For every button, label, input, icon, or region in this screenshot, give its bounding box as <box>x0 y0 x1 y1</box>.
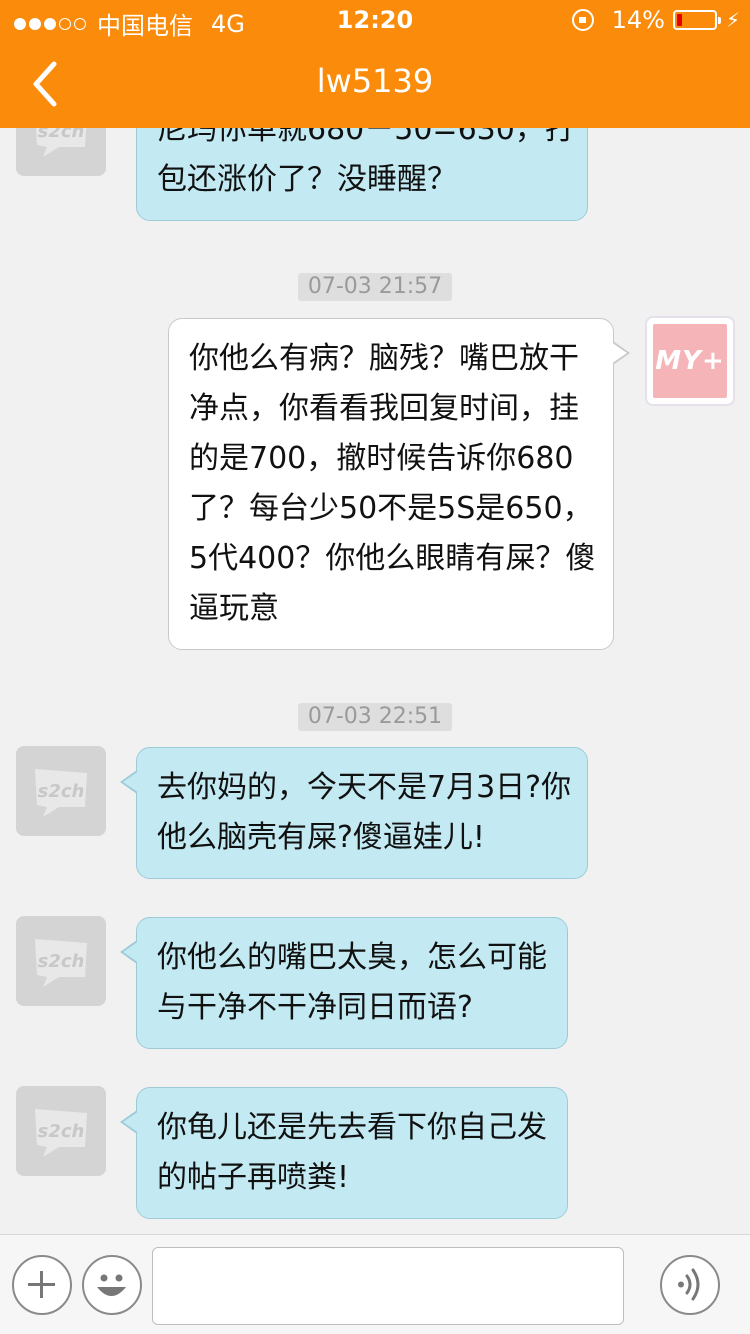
svg-text:s2ch: s2ch <box>38 951 85 972</box>
voice-button[interactable] <box>660 1255 720 1315</box>
message-line: 净点，你看看我回复时间，挂 <box>189 391 579 426</box>
message-line: 逼玩意 <box>189 591 279 626</box>
battery-percent: 14% <box>611 6 665 34</box>
message-line: 你他么的嘴巴太臭，怎么可能 <box>157 940 547 975</box>
status-right: 14% ⚡ <box>571 6 740 34</box>
message-line: 你他么有病？脑残？嘴巴放干 <box>189 341 579 376</box>
message-bubble[interactable]: 你龟儿还是先去看下你自己发 的帖子再喷粪! <box>120 1087 568 1219</box>
page-title: lw5139 <box>316 62 434 100</box>
message-bubble[interactable]: 你他么的嘴巴太臭，怎么可能 与干净不干净同日而语? <box>120 917 568 1049</box>
s2ch-logo-icon: s2ch <box>35 769 87 817</box>
contact-avatar[interactable]: s2ch <box>16 1086 106 1176</box>
s2ch-logo-icon: s2ch <box>35 1109 87 1157</box>
status-bar: 中国电信 4G 12:20 14% ⚡ <box>0 0 750 40</box>
message-line: 包还涨价了？没睡醒？ <box>157 162 457 197</box>
smiley-icon <box>97 1274 126 1296</box>
message-line: 了？每台少50不是5S是650， <box>189 491 593 526</box>
voice-icon <box>678 1268 700 1301</box>
add-button[interactable] <box>12 1255 72 1315</box>
message-bubble[interactable]: 你他么有病？脑残？嘴巴放干 净点，你看看我回复时间，挂 的是700，撤时候告诉你… <box>168 318 630 650</box>
message-line: 的帖子再喷粪! <box>157 1160 350 1195</box>
svg-text:s2ch: s2ch <box>38 781 85 802</box>
avatar-logo: MY+ <box>653 324 727 398</box>
message-input[interactable] <box>152 1247 624 1325</box>
battery-icon <box>672 10 721 30</box>
timestamp: 07-03 21:57 <box>0 273 750 301</box>
contact-avatar[interactable]: s2ch <box>16 916 106 1006</box>
input-bar <box>0 1234 750 1334</box>
message-bubble[interactable]: 去你妈的，今天不是7月3日?你 他么脑壳有屎?傻逼娃儿! <box>120 747 588 879</box>
message-line: 你龟儿还是先去看下你自己发 <box>157 1110 547 1145</box>
charging-icon: ⚡ <box>725 8 740 32</box>
timestamp: 07-03 22:51 <box>0 703 750 731</box>
timestamp-label: 07-03 21:57 <box>297 273 453 301</box>
message-line: 去你妈的，今天不是7月3日?你 <box>157 770 572 805</box>
header: 中国电信 4G 12:20 14% ⚡ lw5139 <box>0 0 750 128</box>
my-avatar[interactable]: MY+ <box>645 316 735 406</box>
nav-bar: lw5139 <box>0 40 750 128</box>
timestamp-label: 07-03 22:51 <box>297 703 453 731</box>
message-line: 的是700，撤时候告诉你680 <box>189 441 574 476</box>
svg-text:s2ch: s2ch <box>38 1121 85 1142</box>
chat-area[interactable]: s2ch 尼玛你单就680－50=630，打 包还涨价了？没睡醒？ 07-03 … <box>0 0 750 1234</box>
contact-avatar[interactable]: s2ch <box>16 746 106 836</box>
message-line: 5代400？你他么眼睛有屎？傻 <box>189 541 596 576</box>
rotation-lock-icon <box>571 9 594 31</box>
emoji-button[interactable] <box>82 1255 142 1315</box>
s2ch-logo-icon: s2ch <box>35 939 87 987</box>
plus-icon <box>28 1271 55 1298</box>
message-line: 与干净不干净同日而语? <box>157 990 473 1025</box>
battery-level <box>676 14 682 26</box>
message-line: 他么脑壳有屎?傻逼娃儿! <box>157 820 485 855</box>
